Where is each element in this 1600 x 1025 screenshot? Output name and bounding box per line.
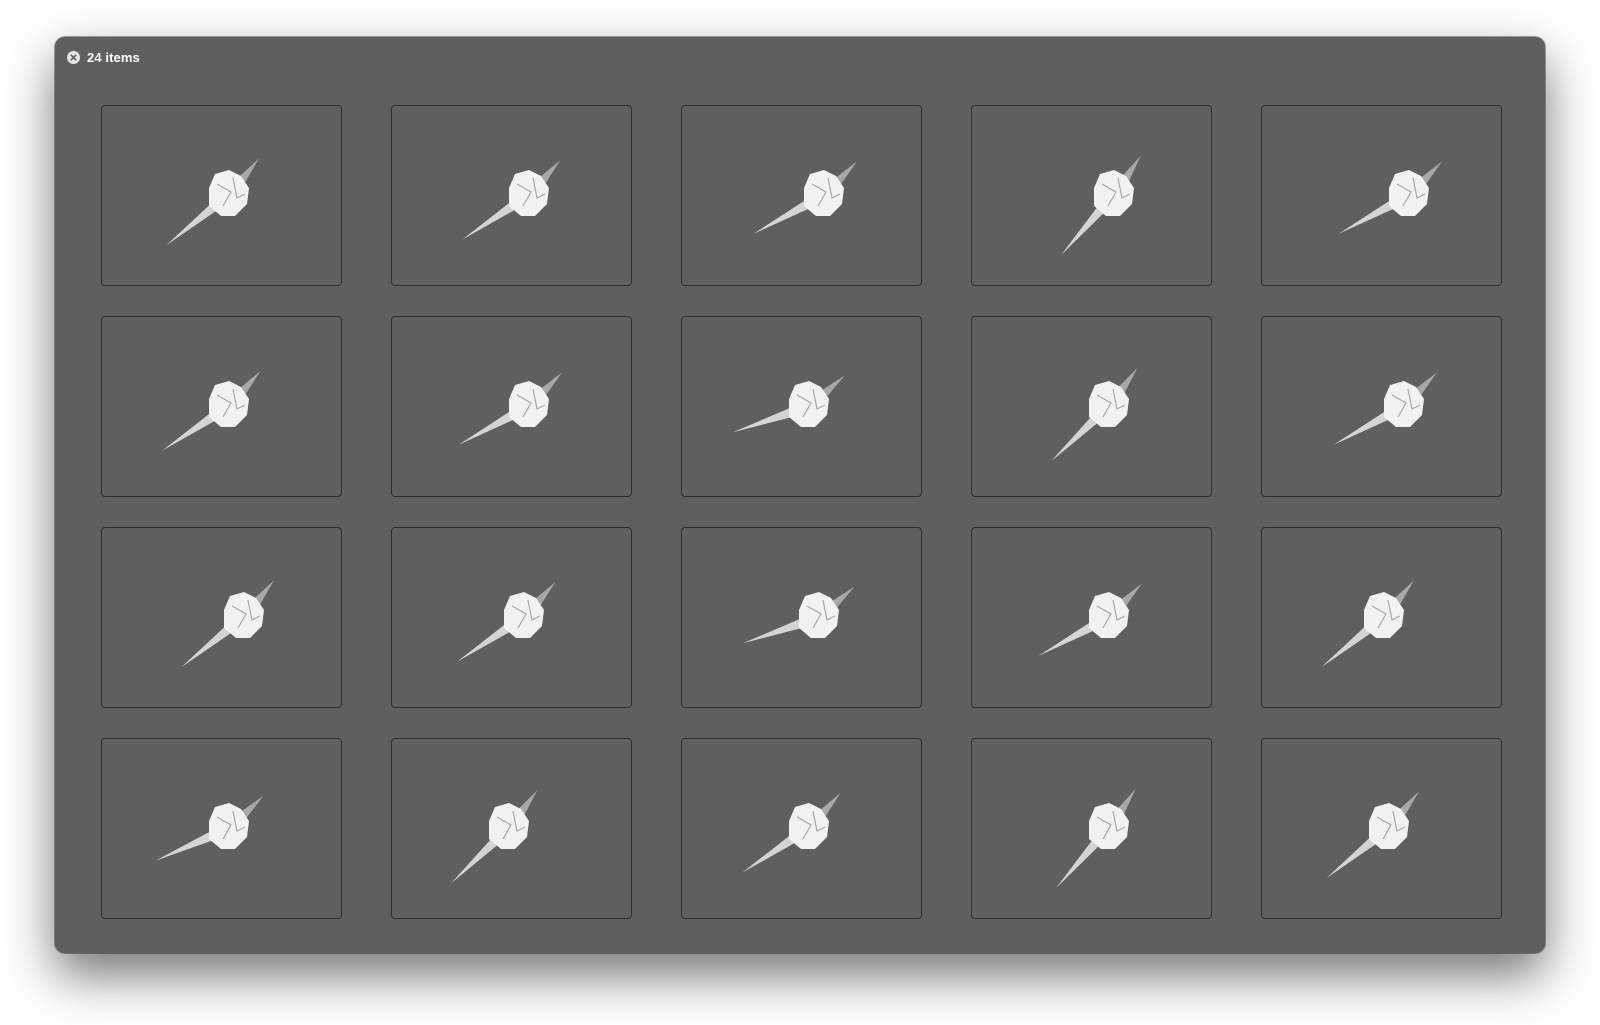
item-count-label: 24 items [87, 49, 140, 65]
crumpled-shape-icon [1332, 371, 1437, 445]
crumpled-shape-icon [732, 375, 845, 432]
crumpled-shape-icon [1050, 367, 1137, 461]
crumpled-shape-icon [456, 581, 555, 662]
crumpled-shape-icon [1060, 155, 1141, 255]
thumbnail-grid [101, 105, 1502, 919]
thumbnail-tile[interactable] [971, 105, 1212, 286]
crumpled-shape-icon [1037, 582, 1142, 656]
crumpled-shape-icon [752, 160, 857, 234]
thumbnail-tile[interactable] [681, 316, 922, 497]
thumbnail-tile[interactable] [1261, 105, 1502, 286]
crumpled-shape-icon [742, 586, 855, 643]
thumbnail-tile[interactable] [101, 527, 342, 708]
thumbnail-tile[interactable] [101, 105, 342, 286]
thumbnail-tile[interactable] [391, 105, 632, 286]
crumpled-shape-icon [180, 580, 274, 667]
window-titlebar: 24 items [67, 47, 140, 67]
crumpled-shape-icon [450, 789, 537, 883]
thumbnail-tile[interactable] [101, 316, 342, 497]
thumbnail-tile[interactable] [1261, 738, 1502, 919]
thumbnail-tile[interactable] [391, 316, 632, 497]
thumbnail-tile[interactable] [681, 738, 922, 919]
close-icon [70, 53, 77, 61]
thumbnail-tile[interactable] [391, 738, 632, 919]
thumbnail-tile[interactable] [391, 527, 632, 708]
crumpled-shape-icon [1055, 788, 1136, 888]
thumbnail-tile[interactable] [971, 738, 1212, 919]
crumpled-shape-icon [154, 795, 263, 861]
crumpled-shape-icon [457, 371, 562, 445]
crumpled-shape-icon [1337, 160, 1442, 234]
crumpled-shape-icon [1325, 791, 1419, 878]
close-button[interactable] [67, 50, 80, 64]
thumbnail-tile[interactable] [971, 316, 1212, 497]
thumbnail-tile[interactable] [101, 738, 342, 919]
thumbnail-tile[interactable] [971, 527, 1212, 708]
gallery-window: 24 items [55, 37, 1545, 953]
crumpled-shape-icon [461, 159, 560, 240]
crumpled-shape-icon [741, 792, 840, 873]
thumbnail-tile[interactable] [681, 105, 922, 286]
thumbnail-tile[interactable] [1261, 316, 1502, 497]
thumbnail-tile[interactable] [1261, 527, 1502, 708]
thumbnail-tile[interactable] [681, 527, 922, 708]
crumpled-shape-icon [165, 158, 259, 245]
crumpled-shape-icon [161, 370, 260, 451]
crumpled-shape-icon [1320, 580, 1414, 667]
